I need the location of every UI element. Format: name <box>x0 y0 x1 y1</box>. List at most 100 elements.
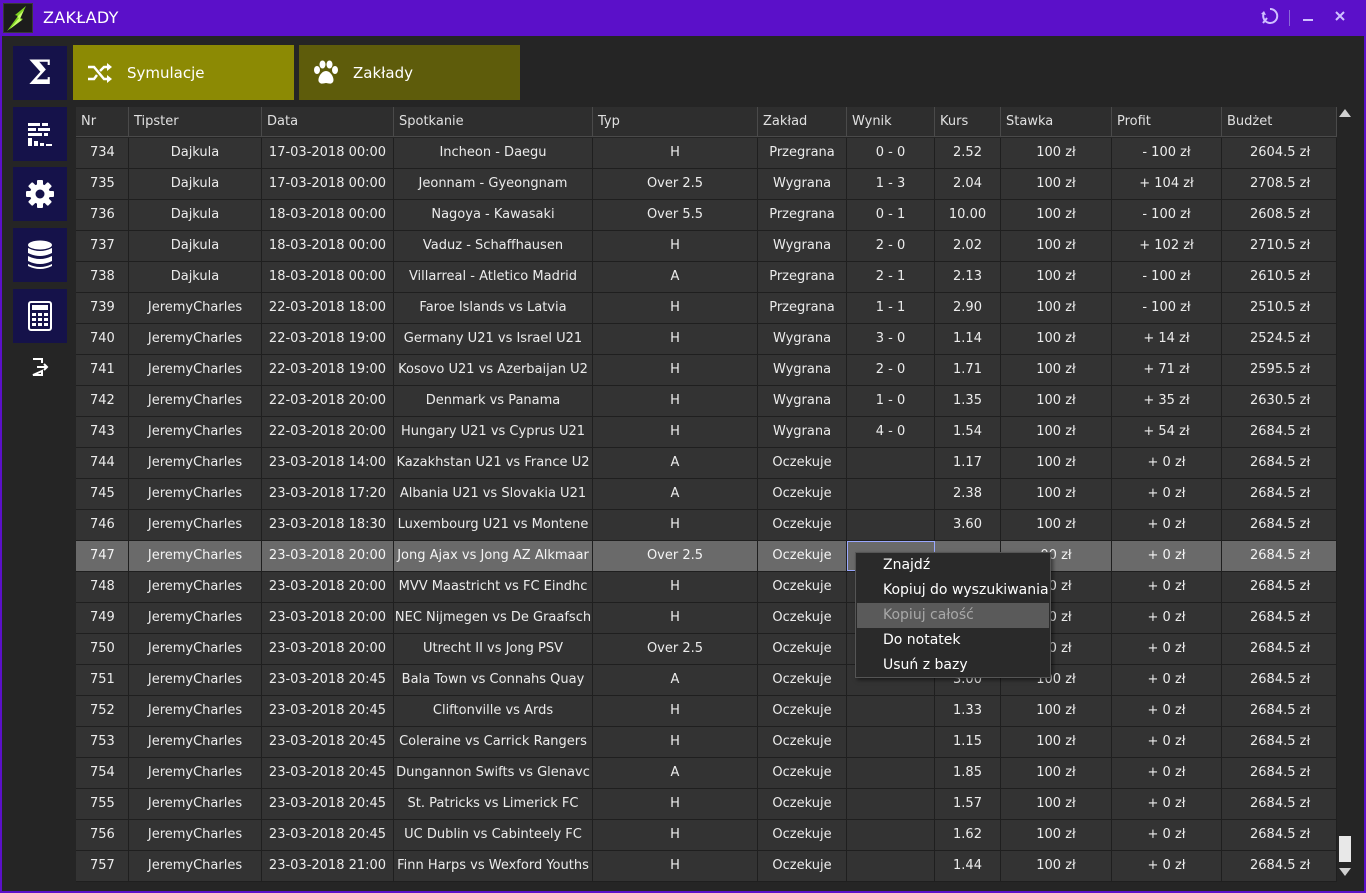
cell-nr[interactable]: 749 <box>76 603 129 633</box>
cell-stawka[interactable]: 100 zł <box>1001 696 1112 726</box>
cell-zaklad[interactable]: Oczekuje <box>758 851 847 881</box>
cell-profit[interactable]: - 100 zł <box>1112 262 1222 292</box>
cell-budzet[interactable]: 2684.5 zł <box>1222 727 1337 757</box>
cell-data[interactable]: 22-03-2018 20:00 <box>262 417 394 447</box>
cell-zaklad[interactable]: Wygrana <box>758 324 847 354</box>
cell-nr[interactable]: 746 <box>76 510 129 540</box>
cell-stawka[interactable]: 100 zł <box>1001 510 1112 540</box>
cell-spotkanie[interactable]: Villarreal - Atletico Madrid <box>394 262 593 292</box>
cell-stawka[interactable]: 100 zł <box>1001 293 1112 323</box>
cell-wynik[interactable]: 2 - 0 <box>847 355 935 385</box>
cell-nr[interactable]: 757 <box>76 851 129 881</box>
table-row[interactable]: 745 JeremyCharles 23-03-2018 17:20 Albania … <box>76 479 1337 510</box>
cell-wynik[interactable] <box>847 727 935 757</box>
cell-profit[interactable]: + 0 zł <box>1112 479 1222 509</box>
cell-typ[interactable]: H <box>593 138 758 168</box>
cell-nr[interactable]: 734 <box>76 138 129 168</box>
cell-zaklad[interactable]: Przegrana <box>758 200 847 230</box>
refresh-icon[interactable] <box>1257 6 1283 30</box>
cell-spotkanie[interactable]: Finn Harps vs Wexford Youths <box>394 851 593 881</box>
cell-tipster[interactable]: JeremyCharles <box>129 479 262 509</box>
cell-kurs[interactable]: 1.57 <box>935 789 1001 819</box>
cell-stawka[interactable]: 100 zł <box>1001 138 1112 168</box>
column-header-stawka[interactable]: Stawka <box>1001 107 1112 137</box>
summary-button[interactable]: Σ <box>13 46 67 100</box>
cell-budzet[interactable]: 2510.5 zł <box>1222 293 1337 323</box>
cell-spotkanie[interactable]: Bala Town vs Connahs Quay <box>394 665 593 695</box>
table-row[interactable]: 756 JeremyCharles 23-03-2018 20:45 UC Dubli… <box>76 820 1337 851</box>
cell-typ[interactable]: A <box>593 448 758 478</box>
cell-typ[interactable]: A <box>593 262 758 292</box>
cell-typ[interactable]: H <box>593 231 758 261</box>
cell-nr[interactable]: 738 <box>76 262 129 292</box>
cell-wynik[interactable] <box>847 479 935 509</box>
cell-wynik[interactable] <box>847 696 935 726</box>
cell-spotkanie[interactable]: Denmark vs Panama <box>394 386 593 416</box>
column-header-typ[interactable]: Typ <box>593 107 758 137</box>
cell-data[interactable]: 23-03-2018 14:00 <box>262 448 394 478</box>
table-row[interactable]: 750 JeremyCharles 23-03-2018 20:00 Utrecht … <box>76 634 1337 665</box>
cell-budzet[interactable]: 2684.5 zł <box>1222 541 1337 571</box>
cell-tipster[interactable]: JeremyCharles <box>129 851 262 881</box>
cell-typ[interactable]: H <box>593 789 758 819</box>
cell-spotkanie[interactable]: Kazakhstan U21 vs France U2 <box>394 448 593 478</box>
menu-item-to-notes[interactable]: Do notatek <box>857 628 1049 653</box>
cell-nr[interactable]: 739 <box>76 293 129 323</box>
table-row[interactable]: 740 JeremyCharles 22-03-2018 19:00 Germany … <box>76 324 1337 355</box>
cell-tipster[interactable]: JeremyCharles <box>129 789 262 819</box>
cell-tipster[interactable]: JeremyCharles <box>129 758 262 788</box>
table-row[interactable]: 737 Dajkula 18-03-2018 00:00 Vaduz - Schaff… <box>76 231 1337 262</box>
cell-profit[interactable]: + 0 zł <box>1112 665 1222 695</box>
cell-budzet[interactable]: 2684.5 zł <box>1222 820 1337 850</box>
cell-stawka[interactable]: 100 zł <box>1001 789 1112 819</box>
column-header-kurs[interactable]: Kurs <box>935 107 1001 137</box>
cell-data[interactable]: 17-03-2018 00:00 <box>262 138 394 168</box>
cell-stawka[interactable]: 100 zł <box>1001 417 1112 447</box>
table-row[interactable]: 751 JeremyCharles 23-03-2018 20:45 Bala Tow… <box>76 665 1337 696</box>
cell-wynik[interactable] <box>847 448 935 478</box>
cell-tipster[interactable]: JeremyCharles <box>129 541 262 571</box>
cell-budzet[interactable]: 2684.5 zł <box>1222 417 1337 447</box>
cell-zaklad[interactable]: Wygrana <box>758 386 847 416</box>
cell-tipster[interactable]: Dajkula <box>129 138 262 168</box>
cell-data[interactable]: 23-03-2018 20:00 <box>262 541 394 571</box>
cell-tipster[interactable]: JeremyCharles <box>129 820 262 850</box>
cell-wynik[interactable] <box>847 851 935 881</box>
cell-typ[interactable]: Over 2.5 <box>593 169 758 199</box>
scroll-up-button[interactable] <box>1339 109 1351 117</box>
cell-nr[interactable]: 747 <box>76 541 129 571</box>
column-header-spotkanie[interactable]: Spotkanie <box>394 107 593 137</box>
column-header-wynik[interactable]: Wynik <box>847 107 935 137</box>
cell-profit[interactable]: + 0 zł <box>1112 634 1222 664</box>
column-header-tipster[interactable]: Tipster <box>129 107 262 137</box>
cell-budzet[interactable]: 2684.5 zł <box>1222 665 1337 695</box>
cell-budzet[interactable]: 2684.5 zł <box>1222 479 1337 509</box>
cell-tipster[interactable]: JeremyCharles <box>129 355 262 385</box>
cell-budzet[interactable]: 2684.5 zł <box>1222 634 1337 664</box>
cell-tipster[interactable]: JeremyCharles <box>129 696 262 726</box>
cell-stawka[interactable]: 100 zł <box>1001 758 1112 788</box>
cell-budzet[interactable]: 2595.5 zł <box>1222 355 1337 385</box>
cell-nr[interactable]: 756 <box>76 820 129 850</box>
cell-spotkanie[interactable]: Luxembourg U21 vs Montene <box>394 510 593 540</box>
cell-zaklad[interactable]: Oczekuje <box>758 696 847 726</box>
cell-stawka[interactable]: 100 zł <box>1001 820 1112 850</box>
cell-data[interactable]: 23-03-2018 20:45 <box>262 696 394 726</box>
cell-budzet[interactable]: 2684.5 zł <box>1222 572 1337 602</box>
column-header-zaklad[interactable]: Zakład <box>758 107 847 137</box>
table-row[interactable]: 741 JeremyCharles 22-03-2018 19:00 Kosovo U… <box>76 355 1337 386</box>
cell-typ[interactable]: Over 5.5 <box>593 200 758 230</box>
cell-data[interactable]: 18-03-2018 00:00 <box>262 262 394 292</box>
cell-profit[interactable]: + 0 zł <box>1112 572 1222 602</box>
cell-zaklad[interactable]: Przegrana <box>758 262 847 292</box>
cell-kurs[interactable]: 1.15 <box>935 727 1001 757</box>
cell-nr[interactable]: 741 <box>76 355 129 385</box>
cell-nr[interactable]: 740 <box>76 324 129 354</box>
cell-data[interactable]: 22-03-2018 20:00 <box>262 386 394 416</box>
cell-profit[interactable]: + 0 zł <box>1112 820 1222 850</box>
cell-typ[interactable]: H <box>593 324 758 354</box>
cell-wynik[interactable]: 0 - 0 <box>847 138 935 168</box>
cell-data[interactable]: 23-03-2018 20:45 <box>262 665 394 695</box>
cell-zaklad[interactable]: Oczekuje <box>758 603 847 633</box>
cell-stawka[interactable]: 100 zł <box>1001 448 1112 478</box>
